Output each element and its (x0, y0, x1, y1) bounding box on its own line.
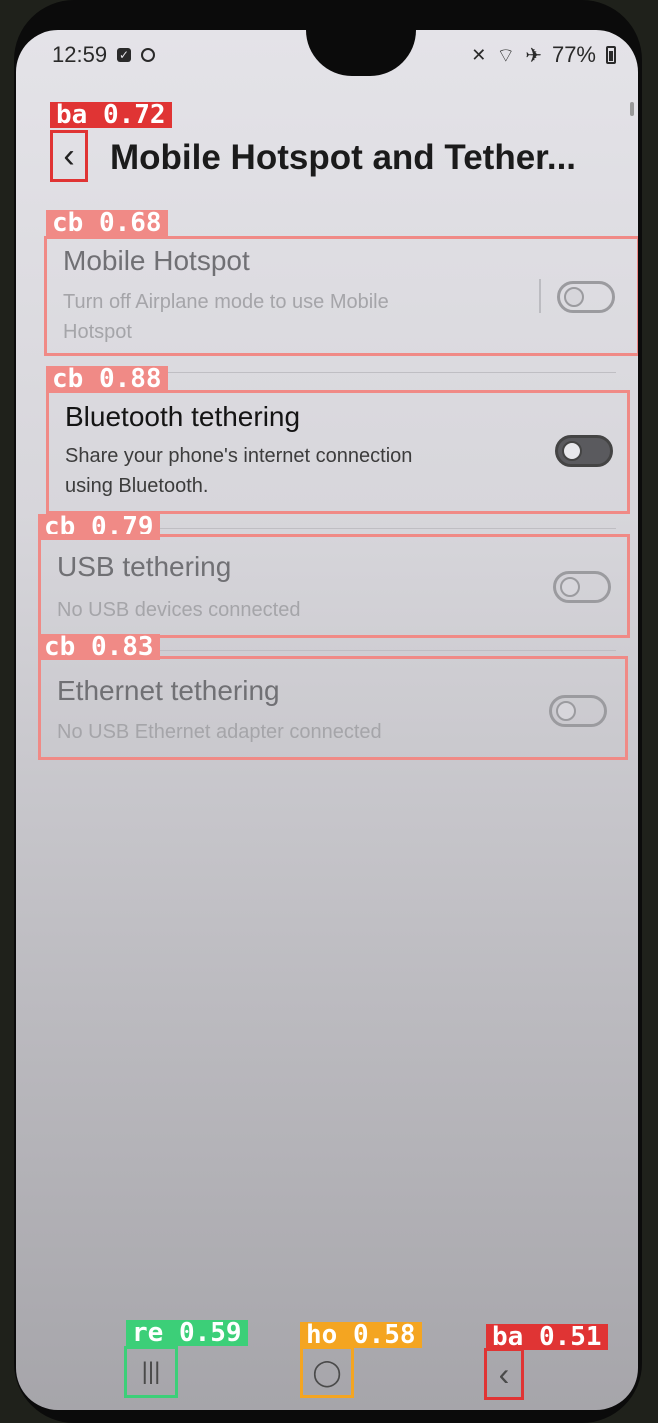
bluetooth-tethering-toggle[interactable] (555, 435, 613, 467)
setting-row-usb-tethering[interactable]: USB tethering No USB devices connected (38, 534, 630, 638)
airplane-icon: ✈ (525, 44, 542, 67)
checkbox-notification-icon: ✓ (117, 48, 132, 62)
status-bar-right: ✕ ⌔ ✈ 77% (471, 42, 616, 68)
battery-percent: 77% (551, 42, 596, 67)
nav-back-button[interactable]: ‹ (484, 1348, 524, 1400)
detection-label-back-nav: ba 0.51 (486, 1324, 608, 1350)
row-subtitle: No USB devices connected (57, 599, 301, 621)
detection-label-recents: re 0.59 (126, 1320, 248, 1346)
row-subtitle-cont: Hotspot (63, 321, 132, 343)
setting-row-ethernet-tethering[interactable]: Ethernet tethering No USB Ethernet adapt… (38, 656, 628, 760)
mute-icon: ✕ (471, 44, 487, 65)
row-subtitle: Share your phone's internet connection (65, 445, 413, 467)
detection-label-bluetooth: cb 0.88 (46, 366, 168, 392)
home-icon: ◯ (312, 1356, 342, 1387)
row-subtitle: No USB Ethernet adapter connected (57, 721, 382, 743)
mobile-hotspot-toggle[interactable] (557, 281, 615, 313)
back-arrow-icon: ‹ (63, 136, 75, 175)
camera-notch (306, 30, 416, 76)
detection-label-back-top: ba 0.72 (50, 102, 172, 128)
row-title: USB tethering (57, 551, 232, 582)
detection-label-home: ho 0.58 (300, 1322, 422, 1348)
status-bar-left: 12:59 ✓ (52, 42, 156, 68)
setting-row-bluetooth-tethering[interactable]: Bluetooth tethering Share your phone's i… (46, 390, 630, 514)
app-notification-icon (141, 48, 156, 62)
screen: 12:59 ✓ ✕ ⌔ ✈ 77% ‹ Mobile Hotspot and T… (16, 30, 638, 1410)
row-title: Bluetooth tethering (65, 401, 301, 432)
detection-label-hotspot: cb 0.68 (46, 210, 168, 236)
scroll-indicator (630, 102, 634, 116)
status-time: 12:59 (52, 42, 108, 67)
back-nav-icon: ‹ (498, 1355, 510, 1392)
row-subtitle-cont: using Bluetooth. (65, 475, 209, 497)
recents-button[interactable]: ||| (124, 1346, 178, 1398)
app-header: ‹ Mobile Hotspot and Tether... (50, 130, 620, 186)
row-title: Ethernet tethering (57, 675, 280, 706)
wifi-icon: ⌔ (496, 44, 516, 67)
row-divider (539, 279, 541, 313)
row-title: Mobile Hotspot (63, 245, 250, 276)
battery-icon (606, 46, 616, 64)
ethernet-tethering-toggle[interactable] (549, 695, 607, 727)
page-title: Mobile Hotspot and Tether... (110, 138, 577, 177)
setting-row-mobile-hotspot[interactable]: Mobile Hotspot Turn off Airplane mode to… (44, 236, 638, 356)
back-button[interactable]: ‹ (50, 130, 88, 182)
row-subtitle: Turn off Airplane mode to use Mobile (63, 291, 389, 313)
recents-icon: ||| (141, 1358, 161, 1385)
home-button[interactable]: ◯ (300, 1346, 354, 1398)
usb-tethering-toggle[interactable] (553, 571, 611, 603)
